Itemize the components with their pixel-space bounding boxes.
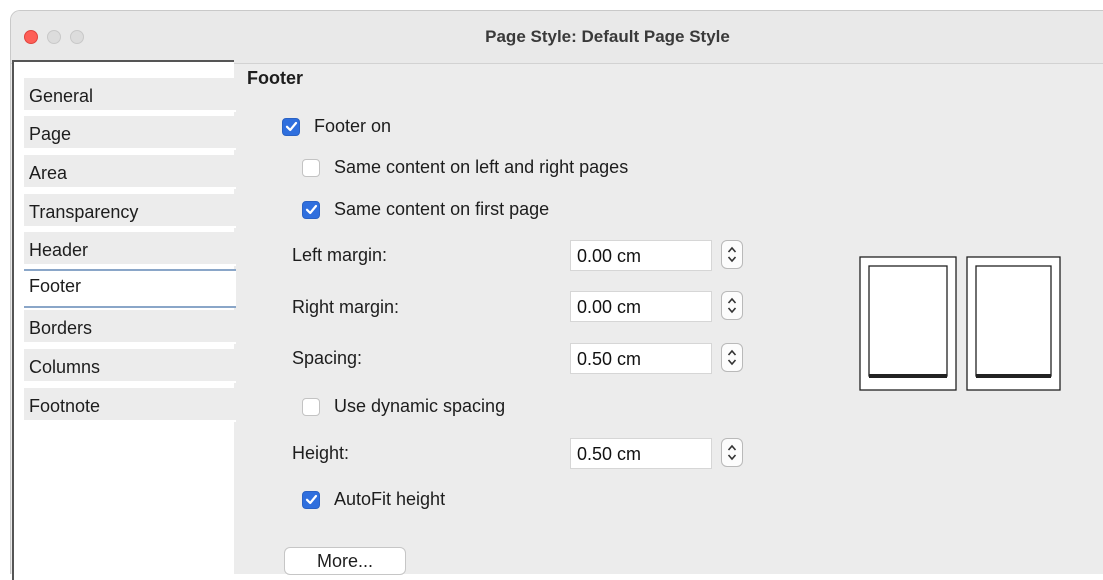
- left-margin-field[interactable]: 0.00 cm: [570, 240, 712, 271]
- stepper-arrows-icon: [727, 246, 737, 263]
- tab-label: Page: [29, 124, 72, 144]
- tab-borders[interactable]: Borders: [24, 310, 236, 344]
- right-margin-stepper[interactable]: [721, 291, 743, 320]
- stepper-arrows-icon: [727, 444, 737, 461]
- right-page-preview: [966, 256, 1061, 391]
- tab-area[interactable]: Area: [24, 155, 236, 189]
- tab-label: Area: [29, 163, 68, 183]
- height-stepper[interactable]: [721, 438, 743, 467]
- tab-label: Borders: [29, 318, 93, 338]
- tab-footnote[interactable]: Footnote: [24, 388, 236, 422]
- checkbox-label: AutoFit height: [334, 489, 446, 509]
- tab-label: Columns: [29, 357, 101, 377]
- left-margin-label: Left margin:: [292, 245, 388, 265]
- dynamic-spacing-checkbox[interactable]: Use dynamic spacing: [302, 396, 505, 417]
- spacing-field[interactable]: 0.50 cm: [570, 343, 712, 374]
- tab-list: General Page Area Transparency Header Fo…: [12, 60, 236, 580]
- checkbox-checked-icon: [302, 490, 320, 509]
- checkbox-label: Footer on: [314, 116, 392, 136]
- tab-label: Footnote: [29, 396, 101, 416]
- checkbox-label: Use dynamic spacing: [334, 396, 506, 416]
- tab-label: Header: [29, 240, 89, 260]
- title-bar: Page Style: Default Page Style: [11, 11, 1103, 64]
- page-preview: [859, 256, 1061, 391]
- checkbox-checked-icon: [282, 117, 300, 136]
- height-label: Height:: [292, 443, 350, 463]
- left-margin-stepper[interactable]: [721, 240, 743, 269]
- right-margin-field[interactable]: 0.00 cm: [570, 291, 712, 322]
- stepper-arrows-icon: [727, 349, 737, 366]
- same-first-page-checkbox[interactable]: Same content on first page: [302, 199, 549, 220]
- tab-label: Transparency: [29, 202, 139, 222]
- section-title: Footer: [247, 68, 303, 88]
- left-page-preview: [859, 256, 957, 391]
- footer-on-checkbox[interactable]: Footer on: [282, 116, 391, 137]
- spacing-stepper[interactable]: [721, 343, 743, 372]
- tab-footer[interactable]: Footer: [24, 269, 236, 308]
- tab-header[interactable]: Header: [24, 232, 236, 266]
- checkbox-label: Same content on left and right pages: [334, 157, 629, 177]
- autofit-height-checkbox[interactable]: AutoFit height: [302, 489, 445, 510]
- tab-general[interactable]: General: [24, 78, 236, 112]
- tab-columns[interactable]: Columns: [24, 349, 236, 383]
- checkbox-label: Same content on first page: [334, 199, 550, 219]
- tab-page[interactable]: Page: [24, 116, 236, 150]
- same-left-right-checkbox[interactable]: Same content on left and right pages: [302, 157, 628, 178]
- tab-label: Footer: [29, 276, 82, 296]
- stepper-arrows-icon: [727, 297, 737, 314]
- spacing-label: Spacing:: [292, 348, 363, 368]
- right-margin-label: Right margin:: [292, 297, 400, 317]
- window-title: Page Style: Default Page Style: [485, 27, 730, 46]
- tab-label: General: [29, 86, 94, 106]
- checkbox-unchecked-icon: [302, 397, 320, 416]
- checkbox-unchecked-icon: [302, 158, 320, 177]
- tab-transparency[interactable]: Transparency: [24, 194, 236, 228]
- height-field[interactable]: 0.50 cm: [570, 438, 712, 469]
- more-button[interactable]: More...: [284, 547, 406, 575]
- checkbox-checked-icon: [302, 200, 320, 219]
